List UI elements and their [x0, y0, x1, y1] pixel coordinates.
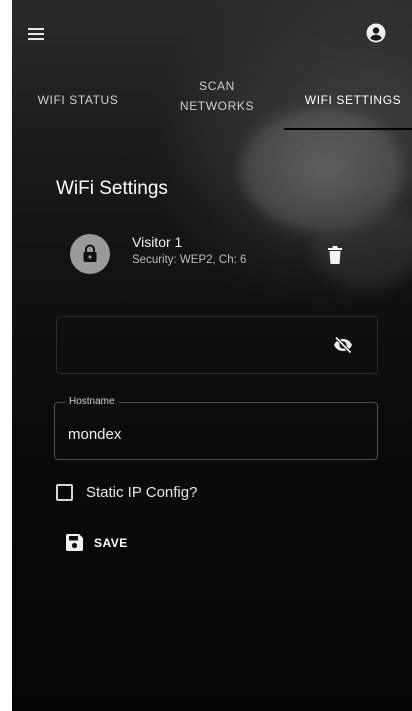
tab-label: WIFI STATUS	[37, 93, 119, 107]
save-button[interactable]: SAVE	[66, 530, 156, 558]
network-avatar	[70, 234, 110, 274]
floppy-disk-icon	[66, 534, 83, 551]
tab-wifi-status[interactable]: WIFI STATUS	[28, 90, 128, 110]
static-ip-checkbox[interactable]	[56, 484, 73, 501]
page-title: WiFi Settings	[56, 178, 168, 199]
saved-network-item[interactable]: Visitor 1 Security: WEP2, Ch: 6	[70, 230, 370, 286]
tab-bar: WIFI STATUS SCAN NETWORKS WIFI SETTINGS	[12, 68, 412, 130]
menu-icon[interactable]	[28, 28, 44, 40]
password-input[interactable]	[69, 329, 309, 359]
static-ip-checkbox-row[interactable]: Static IP Config?	[56, 482, 296, 506]
tab-label: SCAN NETWORKS	[179, 79, 255, 113]
password-field	[56, 316, 378, 374]
tab-wifi-settings[interactable]: WIFI SETTINGS	[294, 90, 412, 110]
hostname-label: Hostname	[65, 396, 119, 408]
static-ip-label: Static IP Config?	[86, 484, 198, 501]
top-app-bar	[12, 0, 412, 60]
active-tab-indicator	[284, 128, 412, 130]
tab-scan-networks[interactable]: SCAN NETWORKS	[162, 76, 272, 116]
lock-icon	[83, 244, 97, 262]
account-circle-icon[interactable]	[366, 23, 386, 43]
hostname-field: Hostname	[54, 396, 378, 460]
network-name: Visitor 1	[132, 234, 183, 250]
visibility-off-icon[interactable]	[333, 335, 353, 355]
app-screen: WIFI STATUS SCAN NETWORKS WIFI SETTINGS …	[12, 0, 412, 711]
trash-icon[interactable]	[328, 246, 342, 264]
tab-label: WIFI SETTINGS	[304, 93, 402, 107]
save-label: SAVE	[94, 536, 128, 550]
network-details: Security: WEP2, Ch: 6	[132, 254, 247, 266]
hostname-input[interactable]	[68, 421, 358, 447]
